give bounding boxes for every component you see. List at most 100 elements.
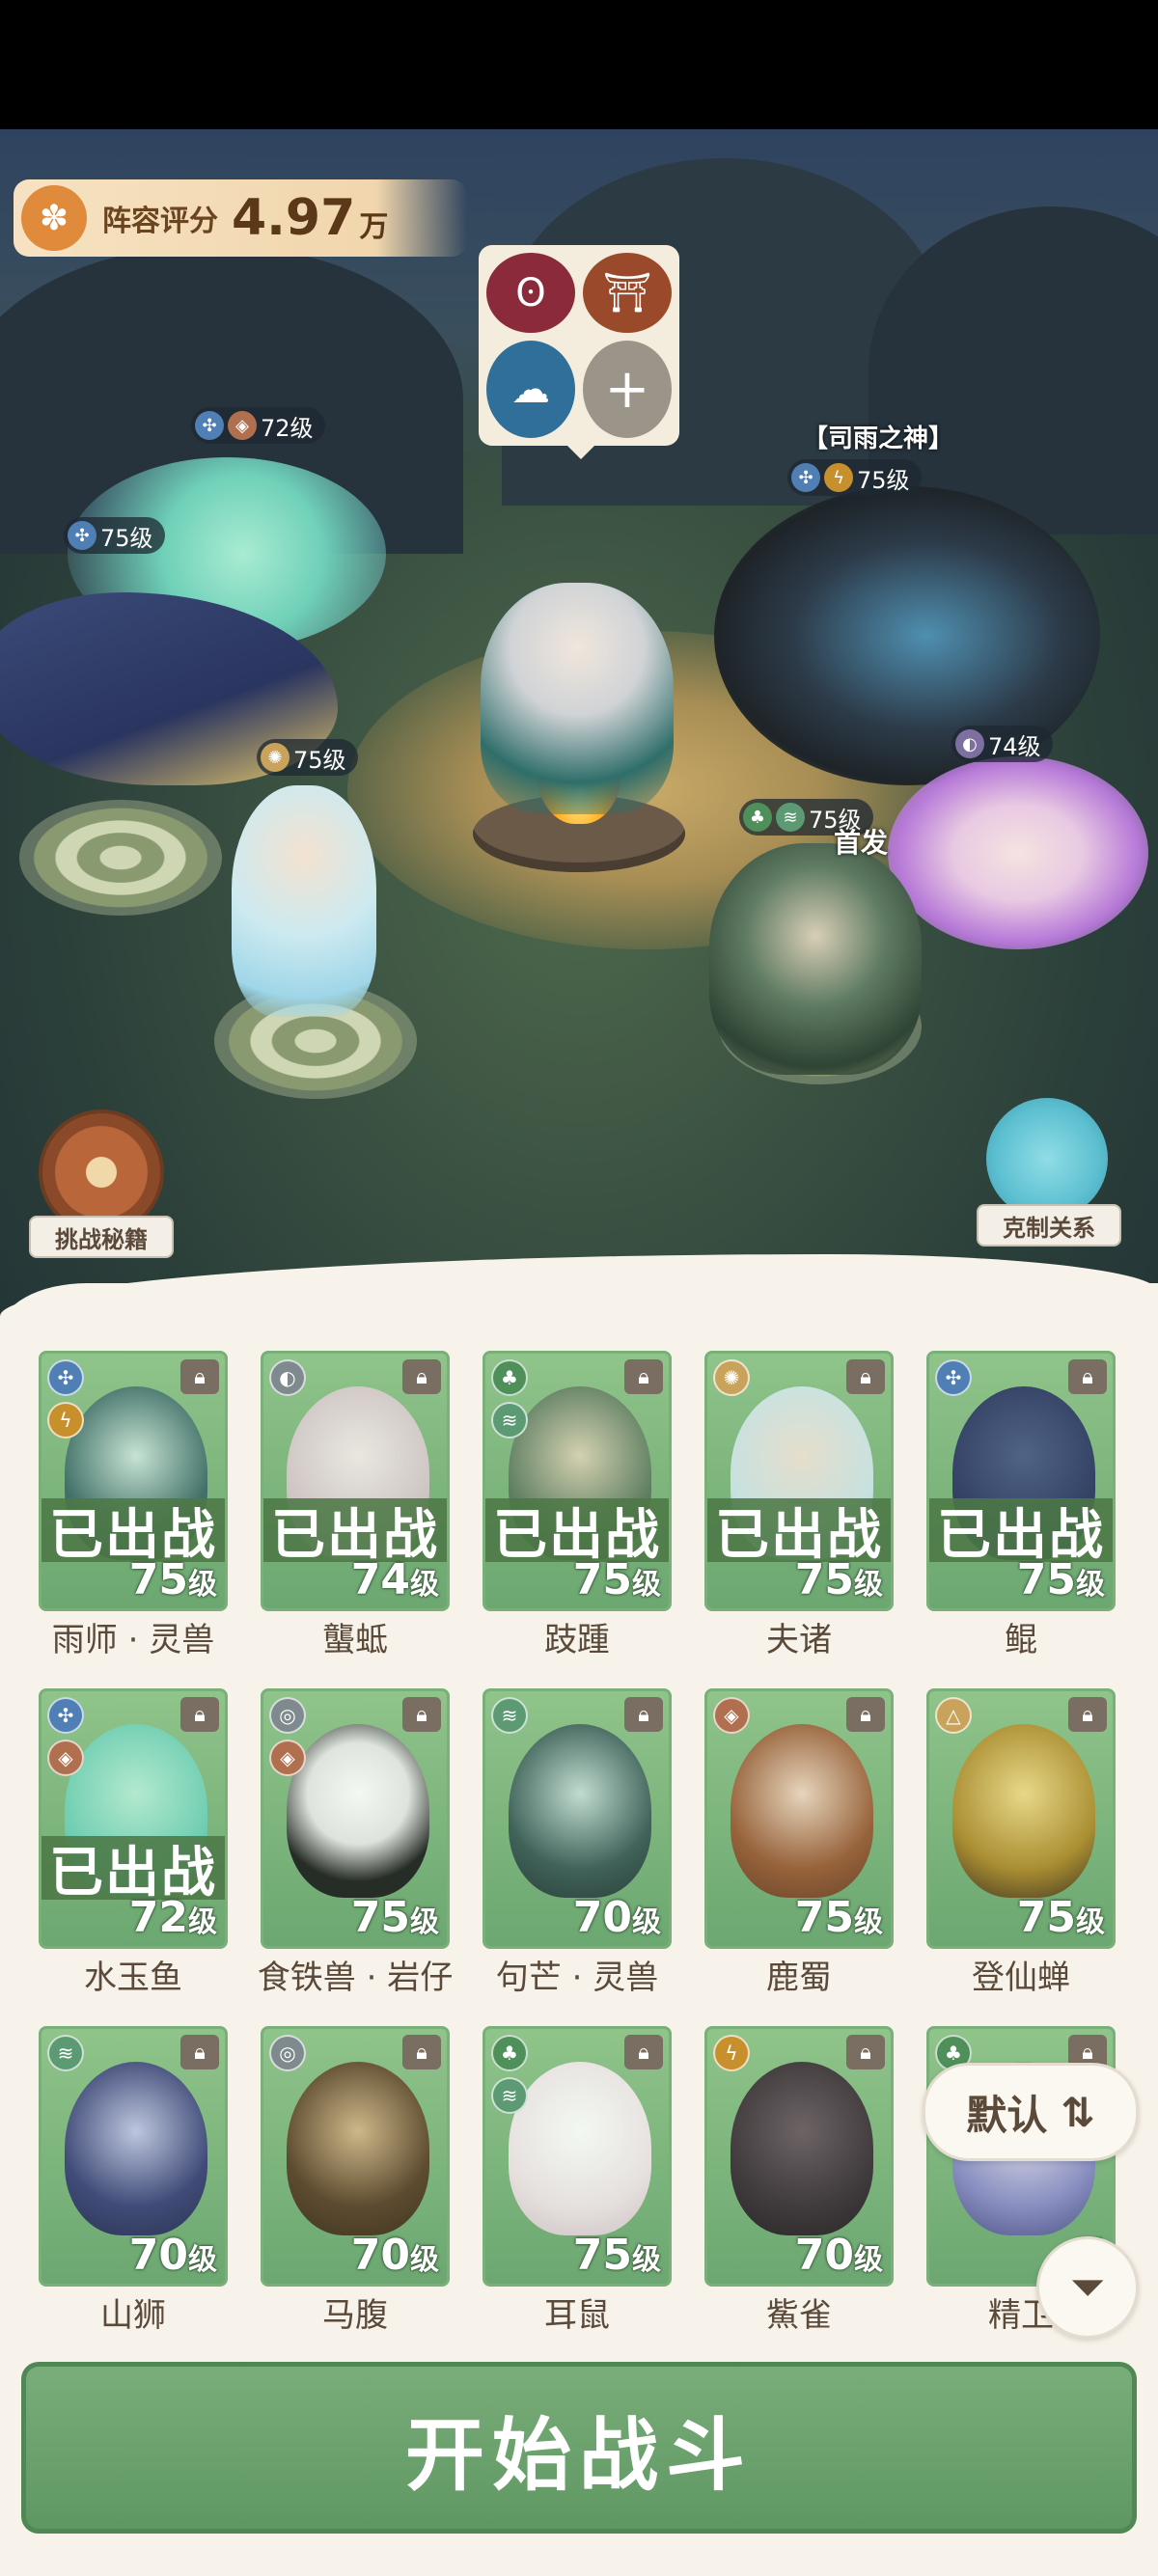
level-text: 74级 [988,732,1041,760]
creature-card[interactable]: ✺ 🔒︎ 已出战 75级 [704,1351,894,1611]
creature-card[interactable]: ♣ ≋ 🔒︎ 75级 [482,2026,672,2287]
unit-owl[interactable] [709,843,922,1075]
creature-portrait [731,2062,873,2235]
creature-name: 鲲 [1005,1621,1037,1659]
card-level-unit: 级 [410,1568,439,1602]
card-level-number: 74 [350,1555,410,1604]
card-level-unit: 级 [188,1905,217,1939]
skill-bear-icon[interactable]: ʘ [486,253,575,333]
level-text: 75级 [100,524,153,552]
lock-icon[interactable]: 🔒︎ [1068,1359,1107,1394]
level-tag: ✣ ◈ 72级 [191,407,325,444]
leaf-element-icon: ♣ [491,1359,528,1396]
formation-slot[interactable] [19,800,222,916]
filter-icon[interactable]: ⏷ [1036,2236,1139,2339]
lock-icon[interactable]: 🔒︎ [180,2035,219,2069]
creature-card[interactable]: ◎ ◈ 🔒︎ 75级 [261,1688,450,1949]
creature-card[interactable]: ♣ ≋ 🔒︎ 已出战 75级 [482,1351,672,1611]
challenge-tips-label[interactable]: 挑战秘籍 [29,1216,174,1258]
lock-icon[interactable]: 🔒︎ [180,1359,219,1394]
creature-card[interactable]: ◐ 🔒︎ 已出战 74级 [261,1351,450,1611]
unit-hero-character[interactable] [481,583,674,814]
target-element-icon: ◎ [269,2035,306,2071]
card-level: 75级 [351,1893,439,1942]
card-level: 74级 [351,1555,439,1604]
card-level-unit: 级 [632,1568,661,1602]
level-tag: ◐ 74级 [951,726,1053,762]
creature-portrait [509,1724,651,1898]
creature-name: 鮆雀 [766,2296,832,2335]
creature-name: 雨师 · 灵兽 [51,1621,215,1659]
card-level: 70级 [795,2231,883,2280]
lock-icon[interactable]: 🔒︎ [1068,1697,1107,1732]
card-level-number: 70 [572,1893,632,1942]
blade-element-icon: ≋ [491,1697,528,1734]
creature-card[interactable]: ◈ 🔒︎ 75级 [704,1688,894,1949]
card-level-number: 75 [794,1893,854,1942]
skill-spirit-icon[interactable]: ☁ [486,341,575,438]
creature-name: 耳鼠 [544,2296,610,2335]
leaf-element-icon: ♣ [743,803,772,832]
counter-relation-button[interactable] [986,1098,1108,1219]
card-level-unit: 级 [854,2243,883,2277]
deployed-banner: 已出战 [707,1498,891,1567]
card-level-number: 75 [350,1893,410,1942]
card-level-number: 75 [128,1555,188,1604]
lock-icon[interactable]: 🔒︎ [624,1359,663,1394]
card-level-unit: 级 [188,2243,217,2277]
lock-icon[interactable]: 🔒︎ [402,2035,441,2069]
score-unit: 万 [359,210,389,244]
level-tag: ✣ 75级 [64,517,165,554]
score-value: 4.97 [232,189,356,247]
creature-portrait [287,2062,429,2235]
deployed-banner: 已出战 [929,1498,1113,1567]
creature-card[interactable]: ✣ 🔒︎ 已出战 75级 [926,1351,1116,1611]
card-level-unit: 级 [410,1905,439,1939]
creature-card[interactable]: ≋ 🔒︎ 70级 [482,1688,672,1949]
creature-portrait [65,2062,207,2235]
lock-icon[interactable]: 🔒︎ [402,1697,441,1732]
light-element-icon: ✺ [713,1359,750,1396]
card-level-number: 75 [1016,1555,1076,1604]
start-battle-button[interactable]: 开始战斗 [21,2362,1137,2534]
lock-icon[interactable]: 🔒︎ [402,1359,441,1394]
lock-icon[interactable]: 🔒︎ [846,1697,885,1732]
lock-icon[interactable]: 🔒︎ [846,2035,885,2069]
counter-relation-label[interactable]: 克制关系 [977,1204,1121,1247]
card-level: 75级 [795,1893,883,1942]
deployed-banner: 已出战 [41,1836,225,1905]
card-level-number: 70 [794,2231,854,2280]
wind-element-icon: ✣ [935,1359,972,1396]
creature-card[interactable]: ◎ 🔒︎ 70级 [261,2026,450,2287]
creature-portrait [509,2062,651,2235]
level-text: 75级 [293,746,346,774]
card-level-number: 70 [128,2231,188,2280]
card-level-number: 70 [350,2231,410,2280]
lock-icon[interactable]: 🔒︎ [846,1359,885,1394]
unit-cat-cloud[interactable] [888,756,1148,949]
creature-card[interactable]: ≋ 🔒︎ 70级 [39,2026,228,2287]
card-level: 72级 [129,1893,217,1942]
blade-element-icon: ≋ [491,1402,528,1439]
unit-fuzhu-deer-girl[interactable] [232,785,376,1017]
creature-card[interactable]: ✣ ϟ 🔒︎ 已出战 75级 [39,1351,228,1611]
blade-element-icon: ≋ [776,803,805,832]
triangle-element-icon: △ [935,1697,972,1734]
creature-card[interactable]: △ 🔒︎ 75级 [926,1688,1116,1949]
sort-button[interactable]: 默认 ⇅ [923,2063,1139,2161]
creature-portrait [287,1724,429,1898]
target-element-icon: ◎ [269,1697,306,1734]
creature-card[interactable]: ϟ 🔒︎ 70级 [704,2026,894,2287]
starter-tag: 首发 [834,827,889,859]
level-text: 75级 [857,466,910,494]
creature-card[interactable]: ✣ ◈ 🔒︎ 已出战 72级 [39,1688,228,1949]
skill-gate-icon[interactable]: ⛩ [583,253,672,333]
lock-icon[interactable]: 🔒︎ [624,2035,663,2069]
dark-element-icon: ◐ [269,1359,306,1396]
lock-icon[interactable]: 🔒︎ [624,1697,663,1732]
card-level-unit: 级 [1076,1568,1105,1602]
add-skill-icon[interactable]: + [583,341,672,438]
card-level-unit: 级 [410,2243,439,2277]
lock-icon[interactable]: 🔒︎ [180,1697,219,1732]
card-level: 75级 [1017,1555,1105,1604]
